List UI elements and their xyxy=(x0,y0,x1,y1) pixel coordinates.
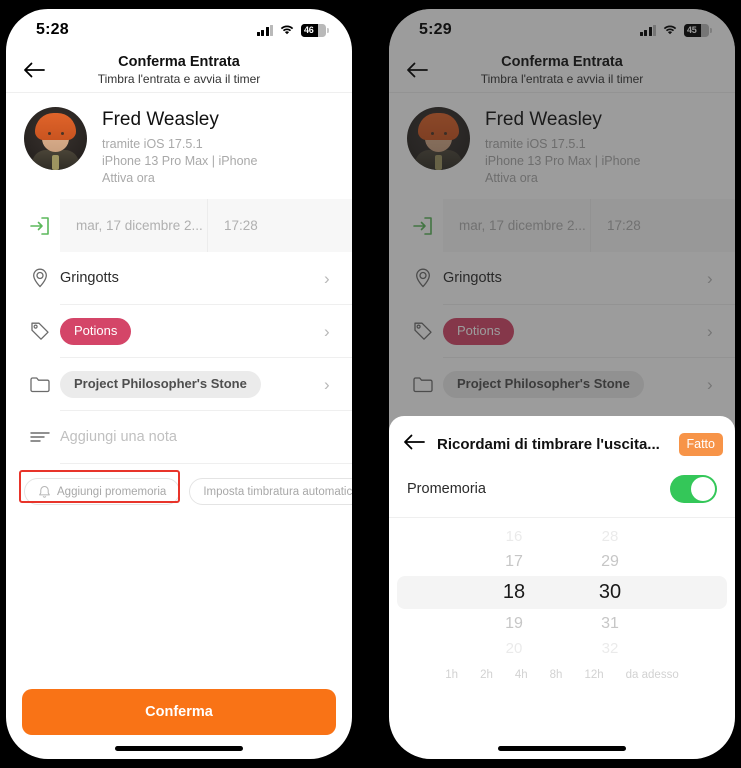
quick-option-from-now[interactable]: da adesso xyxy=(626,669,679,681)
minute-option[interactable]: 31 xyxy=(587,609,633,638)
home-indicator xyxy=(498,746,626,751)
note-input[interactable]: Aggiungi una nota xyxy=(60,429,177,445)
battery-icon: 46 xyxy=(301,23,329,37)
project-pill[interactable]: Project Philosopher's Stone xyxy=(60,370,261,398)
user-name: Fred Weasley xyxy=(102,109,219,130)
minutes-column[interactable]: 28 29 30 31 32 xyxy=(587,530,633,655)
back-button[interactable] xyxy=(20,56,48,84)
note-lines-icon xyxy=(20,430,60,444)
chevron-right-icon[interactable]: › xyxy=(324,376,338,393)
wifi-icon xyxy=(279,24,295,36)
tag-icon xyxy=(20,320,60,342)
minute-option[interactable]: 32 xyxy=(587,638,633,655)
add-reminder-button[interactable]: Aggiungi promemoria xyxy=(24,478,181,505)
user-status: Attiva ora xyxy=(102,171,155,185)
reminder-toggle-row: Promemoria xyxy=(389,472,735,518)
quick-duration-row: 1h 2h 4h 8h 12h da adesso xyxy=(389,655,735,681)
screenshot-stage: 5:28 46 Conferma Entrata Timbra l'entrat… xyxy=(0,0,741,768)
chevron-right-icon[interactable]: › xyxy=(324,270,338,287)
left-phone-frame: 5:28 46 Conferma Entrata Timbra l'entrat… xyxy=(1,4,357,764)
confirm-area: Conferma xyxy=(6,689,352,735)
datetime-row[interactable]: mar, 17 dicembre 2... 17:28 xyxy=(6,199,352,252)
quick-option-1h[interactable]: 1h xyxy=(445,669,458,681)
hours-column[interactable]: 16 17 18 19 20 xyxy=(491,530,537,655)
nav-bar: Conferma Entrata Timbra l'entrata e avvi… xyxy=(6,47,352,93)
hour-option[interactable]: 20 xyxy=(491,638,537,655)
status-bar-time: 5:28 xyxy=(36,21,69,38)
sheet-header: Ricordami di timbrare l'uscita... Fatto xyxy=(389,416,735,472)
quick-option-4h[interactable]: 4h xyxy=(515,669,528,681)
project-row[interactable]: Project Philosopher's Stone › xyxy=(6,358,352,410)
left-phone-screen: 5:28 46 Conferma Entrata Timbra l'entrat… xyxy=(6,9,352,759)
reminder-toggle-switch[interactable] xyxy=(670,475,717,503)
nav-titles: Conferma Entrata Timbra l'entrata e avvi… xyxy=(6,52,352,88)
profile-block: Fred Weasley tramite iOS 17.5.1 iPhone 1… xyxy=(6,93,352,199)
hour-option[interactable]: 17 xyxy=(491,547,537,576)
toggle-knob xyxy=(691,477,715,501)
date-field[interactable]: mar, 17 dicembre 2... xyxy=(60,199,208,252)
reminder-toggle-label: Promemoria xyxy=(407,481,486,497)
time-picker[interactable]: 16 17 18 19 20 28 29 30 31 32 xyxy=(389,530,735,655)
battery-level-label: 46 xyxy=(304,25,314,35)
hour-option[interactable]: 19 xyxy=(491,609,537,638)
right-phone-screen: 5:29 45 Conferma Entrata Timbra l'entrat… xyxy=(389,9,735,759)
user-avatar-photo xyxy=(24,107,87,170)
clock-in-arrow-icon xyxy=(20,216,60,236)
back-arrow-icon xyxy=(24,62,45,77)
chevron-right-icon[interactable]: › xyxy=(324,323,338,340)
note-row[interactable]: Aggiungi una nota xyxy=(6,411,352,463)
location-row[interactable]: Gringotts › xyxy=(6,252,352,304)
reminder-bottom-sheet: Ricordami di timbrare l'uscita... Fatto … xyxy=(389,416,735,759)
set-auto-clock-label: Imposta timbratura automatica xyxy=(203,485,352,498)
page-subtitle: Timbra l'entrata e avvia il timer xyxy=(97,71,261,86)
add-reminder-label: Aggiungi promemoria xyxy=(57,485,167,498)
right-phone-frame: 5:29 45 Conferma Entrata Timbra l'entrat… xyxy=(384,4,740,764)
location-pin-icon xyxy=(20,267,60,289)
set-auto-clock-button[interactable]: Imposta timbratura automatica xyxy=(189,478,352,505)
minute-selected[interactable]: 30 xyxy=(587,576,633,609)
tag-row[interactable]: Potions › xyxy=(6,305,352,357)
time-field[interactable]: 17:28 xyxy=(208,199,352,252)
user-via: tramite iOS 17.5.1 xyxy=(102,137,203,151)
quick-option-2h[interactable]: 2h xyxy=(480,669,493,681)
action-chips: Aggiungi promemoria Imposta timbratura a… xyxy=(6,464,352,505)
quick-option-8h[interactable]: 8h xyxy=(550,669,563,681)
minute-option[interactable]: 29 xyxy=(587,547,633,576)
status-bar: 5:28 46 xyxy=(6,9,352,47)
page-title: Conferma Entrata xyxy=(118,53,240,70)
bell-reminder-icon xyxy=(39,485,50,498)
tag-pill[interactable]: Potions xyxy=(60,317,132,345)
user-device: iPhone 13 Pro Max | iPhone xyxy=(102,154,258,168)
confirm-button[interactable]: Conferma xyxy=(22,689,336,735)
status-bar-indicators: 46 xyxy=(256,23,329,37)
hour-option[interactable]: 16 xyxy=(491,530,537,547)
location-value: Gringotts xyxy=(60,270,119,286)
minute-option[interactable]: 28 xyxy=(587,530,633,547)
quick-option-12h[interactable]: 12h xyxy=(584,669,603,681)
sheet-back-button[interactable] xyxy=(403,434,425,455)
done-button[interactable]: Fatto xyxy=(678,432,723,456)
profile-text: Fred Weasley tramite iOS 17.5.1 iPhone 1… xyxy=(102,107,257,187)
sheet-title: Ricordami di timbrare l'uscita... xyxy=(437,435,660,453)
back-arrow-icon xyxy=(404,434,425,449)
picker-columns: 16 17 18 19 20 28 29 30 31 32 xyxy=(389,530,735,655)
home-indicator xyxy=(115,746,243,751)
hour-selected[interactable]: 18 xyxy=(491,576,537,609)
folder-icon xyxy=(20,375,60,394)
datetime-fields: mar, 17 dicembre 2... 17:28 xyxy=(60,199,352,252)
cellular-signal-icon xyxy=(256,24,273,36)
